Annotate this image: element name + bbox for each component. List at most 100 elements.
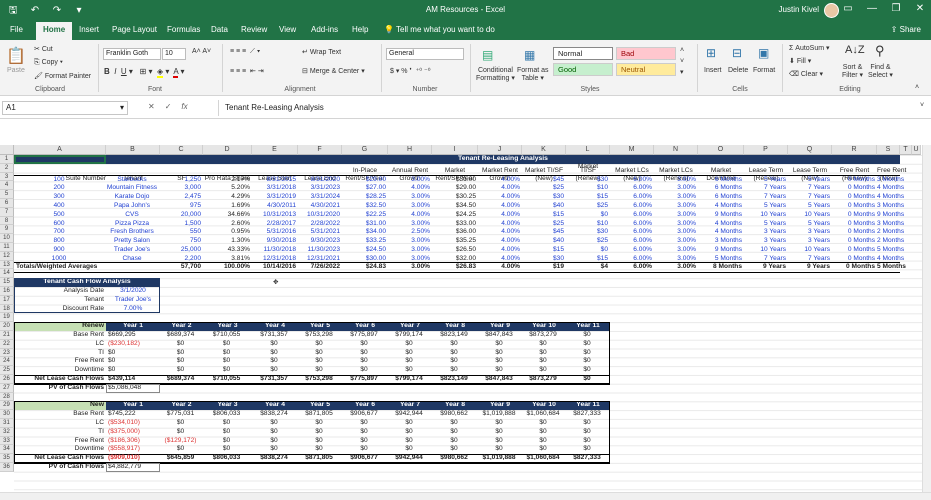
number-format-select[interactable]: General bbox=[386, 48, 464, 60]
style-good[interactable]: Good bbox=[553, 63, 613, 76]
tenant-cell[interactable]: 3.00% bbox=[654, 228, 696, 237]
tenant-cell[interactable]: $15 bbox=[522, 211, 564, 220]
tenant-cell[interactable]: 11/30/2018 bbox=[252, 246, 296, 255]
tab-insert[interactable]: Insert bbox=[79, 25, 99, 34]
tenant-name[interactable]: Mountain Fitness bbox=[106, 184, 158, 193]
tenant-cell[interactable]: 3/31/2024 bbox=[298, 193, 340, 202]
tenant-cell[interactable]: 5 Years bbox=[788, 202, 830, 211]
tenant-cell[interactable]: $31.00 bbox=[432, 176, 476, 185]
tenant-cell[interactable]: 4/30/2021 bbox=[298, 202, 340, 211]
tenant-cell[interactable]: 3.00% bbox=[654, 246, 696, 255]
tenant-cell[interactable]: 9/30/2023 bbox=[298, 237, 340, 246]
tenant-cell[interactable]: 10/31/2013 bbox=[252, 211, 296, 220]
tenant-cell[interactable]: 3 Years bbox=[788, 237, 830, 246]
tenant-cell[interactable]: 2/28/2017 bbox=[252, 220, 296, 229]
tenant-cell[interactable]: 2/28/2022 bbox=[298, 220, 340, 229]
tenant-cell[interactable]: 4/30/2011 bbox=[252, 202, 296, 211]
name-box[interactable]: A1 ▾ bbox=[2, 101, 128, 115]
row-header-2[interactable]: 2 bbox=[0, 163, 14, 173]
tenant-cell[interactable]: 0 Months bbox=[832, 246, 875, 255]
totals-cell[interactable]: 10/14/2016 bbox=[252, 263, 296, 272]
tenant-cell[interactable]: $0 bbox=[566, 211, 608, 220]
row-header-24[interactable]: 24 bbox=[0, 357, 14, 367]
vertical-align-icons[interactable]: ≡ ≡ ≡ ⟋ ▾ bbox=[230, 48, 260, 56]
wrap-text-button[interactable]: ↵ Wrap Text bbox=[302, 48, 341, 56]
tenant-cell[interactable]: 1,250 bbox=[160, 176, 201, 185]
sort-filter-icon[interactable]: A↓Z bbox=[845, 44, 865, 56]
number-format-icons[interactable]: $ ▾ % ❜ ⁺⁰ ⁻⁰ bbox=[390, 67, 431, 75]
tenant-cell[interactable]: 3 Months bbox=[877, 220, 904, 229]
tenant-cell[interactable]: $15 bbox=[522, 246, 564, 255]
restore-icon[interactable]: ❐ bbox=[889, 3, 903, 14]
tenant-cell[interactable]: 3 Years bbox=[788, 228, 830, 237]
tenant-cell[interactable]: 4.29% bbox=[203, 193, 250, 202]
row-header-36[interactable]: 36 bbox=[0, 463, 14, 472]
totals-cell[interactable]: 5 Months bbox=[877, 263, 906, 272]
column-header-u[interactable]: U bbox=[912, 145, 921, 155]
tenant-cell[interactable]: 300 bbox=[14, 193, 104, 202]
select-all-button[interactable] bbox=[0, 145, 14, 155]
style-neutral[interactable]: Neutral bbox=[616, 63, 676, 76]
tenant-cell[interactable]: 3.00% bbox=[654, 176, 696, 185]
ribbon-display-icon[interactable]: ▭ bbox=[841, 3, 855, 14]
tenant-cell[interactable]: 34.66% bbox=[203, 211, 250, 220]
tenant-cell[interactable]: 43.33% bbox=[203, 246, 250, 255]
totals-cell[interactable]: 4.00% bbox=[478, 263, 520, 272]
row-header-12[interactable]: 12 bbox=[0, 251, 14, 261]
tenant-cell[interactable]: 5 Years bbox=[788, 176, 830, 185]
totals-cell[interactable]: $24.83 bbox=[342, 263, 386, 272]
totals-cell[interactable]: $19 bbox=[522, 263, 564, 272]
close-icon[interactable]: ✕ bbox=[913, 3, 927, 14]
row-header-3[interactable]: 3 bbox=[0, 172, 14, 182]
row-header-25[interactable]: 25 bbox=[0, 366, 14, 375]
styles-scroll-icon[interactable]: ˄ ˅ ▾ bbox=[680, 45, 684, 78]
tab-file[interactable]: File bbox=[10, 25, 23, 34]
tenant-cell[interactable]: 4.00% bbox=[478, 220, 520, 229]
row-header-6[interactable]: 6 bbox=[0, 199, 14, 208]
tenant-cell[interactable]: 6.00% bbox=[610, 184, 652, 193]
column-header-t[interactable]: T bbox=[900, 145, 912, 155]
tenant-cell[interactable]: 3.00% bbox=[654, 211, 696, 220]
minimize-icon[interactable]: — bbox=[865, 3, 879, 14]
tenant-cell[interactable]: 4.00% bbox=[478, 237, 520, 246]
tell-me-box[interactable]: 💡 Tell me what you want to do bbox=[384, 25, 495, 34]
tenant-cell[interactable]: 3 Years bbox=[744, 237, 786, 246]
style-normal[interactable]: Normal bbox=[553, 47, 613, 60]
tenant-cell[interactable]: 3.00% bbox=[654, 193, 696, 202]
row-header-26[interactable]: 26 bbox=[0, 375, 14, 384]
tenant-cell[interactable]: 0 Months bbox=[832, 202, 875, 211]
tenant-cell[interactable]: 4 Months bbox=[698, 202, 742, 211]
insert-function-icon[interactable]: fx bbox=[181, 102, 187, 111]
horizontal-scrollbar[interactable] bbox=[0, 492, 931, 500]
tenant-cell[interactable]: $34.00 bbox=[342, 228, 386, 237]
tenant-cell[interactable]: 5 Years bbox=[744, 220, 786, 229]
column-header-s[interactable]: S bbox=[877, 145, 900, 155]
borders-icon[interactable]: ⊞ bbox=[140, 67, 147, 76]
row-header-8[interactable]: 8 bbox=[0, 216, 14, 226]
row-header-17[interactable]: 17 bbox=[0, 295, 14, 305]
tenant-cell[interactable]: 3.00% bbox=[388, 176, 430, 185]
tenant-cell[interactable]: 7 Years bbox=[744, 184, 786, 193]
tenant-cell[interactable]: 2.17% bbox=[203, 176, 250, 185]
share-button[interactable]: ⇪ Share bbox=[891, 25, 921, 34]
tenant-cell[interactable]: 4.00% bbox=[388, 211, 430, 220]
fill-button[interactable]: ⬇ Fill ▾ bbox=[789, 57, 811, 65]
tenant-cell[interactable]: 3/31/2019 bbox=[252, 193, 296, 202]
tenant-cell[interactable]: 3/31/2023 bbox=[298, 184, 340, 193]
tenant-cell[interactable]: 5 Months bbox=[877, 246, 904, 255]
tenant-cell[interactable]: 900 bbox=[14, 246, 104, 255]
row-header-28[interactable]: 28 bbox=[0, 392, 14, 402]
tenant-cell[interactable]: 2 Months bbox=[877, 237, 904, 246]
tenant-cell[interactable]: 4.00% bbox=[478, 211, 520, 220]
tenant-cell[interactable]: 6.00% bbox=[610, 246, 652, 255]
tenant-cell[interactable]: 1.69% bbox=[203, 202, 250, 211]
column-header-j[interactable]: J bbox=[478, 145, 522, 155]
bold-icon[interactable]: B bbox=[104, 67, 110, 76]
column-header-q[interactable]: Q bbox=[788, 145, 832, 155]
tenant-cell[interactable]: 400 bbox=[14, 202, 104, 211]
copy-button[interactable]: ⎘ Copy ▾ bbox=[34, 59, 63, 67]
tenant-name[interactable]: Pizza Pizza bbox=[106, 220, 158, 229]
totals-cell[interactable]: 57,700 bbox=[160, 263, 201, 272]
insert-cells-button[interactable]: Insert bbox=[704, 67, 722, 74]
column-header-g[interactable]: G bbox=[342, 145, 388, 155]
